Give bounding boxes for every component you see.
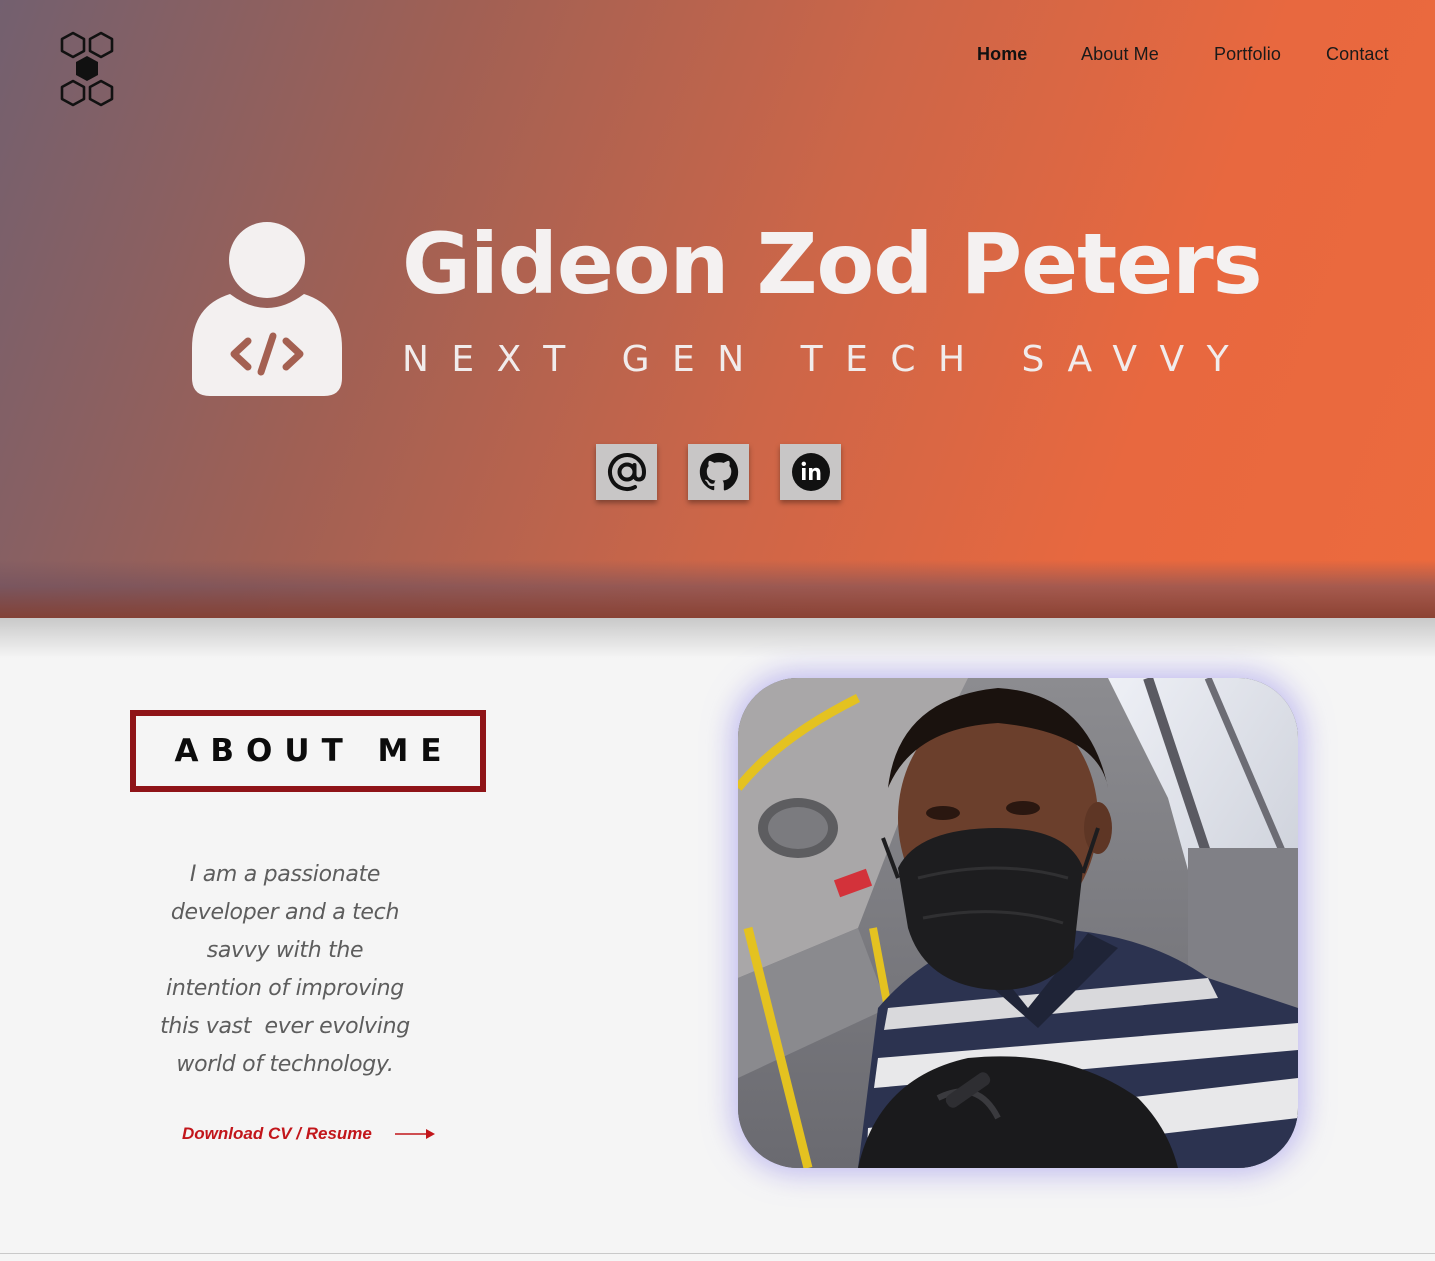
about-description: I am a passionate developer and a tech s… bbox=[150, 856, 420, 1084]
about-line: this vast ever evolving bbox=[160, 1014, 410, 1039]
email-button[interactable] bbox=[596, 444, 657, 500]
linkedin-button[interactable] bbox=[780, 444, 841, 500]
about-line: developer and a tech bbox=[170, 900, 400, 925]
github-button[interactable] bbox=[688, 444, 749, 500]
at-sign-icon bbox=[607, 453, 646, 491]
hero-bottom-fade bbox=[0, 560, 1435, 618]
about-title: ABOUT ME bbox=[174, 733, 454, 769]
linkedin-icon bbox=[791, 453, 830, 491]
hero-tagline: NEXT GEN TECH SAVVY bbox=[402, 339, 1252, 380]
about-line: world of technology. bbox=[176, 1052, 394, 1077]
main-nav: Home About Me Portfolio Contact bbox=[0, 44, 1435, 70]
developer-avatar-icon bbox=[192, 222, 342, 396]
github-icon bbox=[699, 452, 738, 491]
about-line: I am a passionate bbox=[189, 862, 381, 887]
download-cv-link[interactable]: Download CV / Resume bbox=[182, 1124, 372, 1144]
profile-photo bbox=[738, 678, 1298, 1168]
nav-portfolio[interactable]: Portfolio bbox=[1214, 44, 1281, 65]
about-line: savvy with the bbox=[206, 938, 364, 963]
hero-shadow bbox=[0, 618, 1435, 658]
nav-about-me[interactable]: About Me bbox=[1081, 44, 1159, 65]
hero-name: Gideon Zod Peters bbox=[402, 215, 1263, 313]
nav-home[interactable]: Home bbox=[977, 44, 1027, 65]
nav-contact[interactable]: Contact bbox=[1326, 44, 1389, 65]
about-title-frame: ABOUT ME bbox=[130, 710, 486, 792]
about-line: intention of improving bbox=[166, 976, 404, 1001]
section-divider bbox=[0, 1253, 1435, 1254]
arrow-right-icon[interactable] bbox=[394, 1127, 436, 1141]
hero-section: Home About Me Portfolio Contact Gideon Z… bbox=[0, 0, 1435, 618]
